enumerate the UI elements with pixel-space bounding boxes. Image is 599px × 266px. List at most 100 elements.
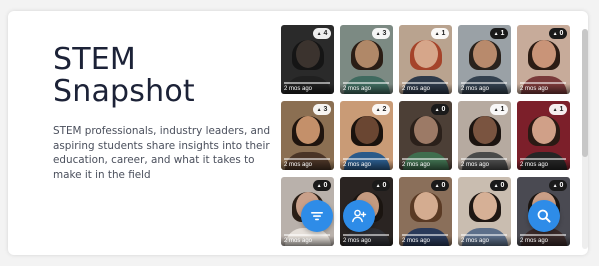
video-tile[interactable]: ▲ 0 2 mos ago bbox=[517, 25, 570, 94]
video-progress-bar bbox=[284, 82, 330, 84]
search-button[interactable] bbox=[528, 200, 560, 232]
response-count: 1 bbox=[559, 106, 564, 113]
response-count: 0 bbox=[441, 182, 446, 189]
video-progress-bar bbox=[402, 158, 448, 160]
video-age-label: 2 mos ago bbox=[461, 86, 490, 92]
video-thumbnail-face bbox=[413, 191, 438, 220]
video-tile[interactable]: ▲ 4 2 mos ago bbox=[281, 25, 334, 94]
video-age: 2 mos ago bbox=[399, 158, 452, 170]
page-description: STEM professionals, industry leaders, an… bbox=[53, 125, 271, 181]
response-count: 3 bbox=[382, 30, 387, 37]
response-count-badge: ▲ 3 bbox=[313, 104, 331, 115]
response-count: 0 bbox=[500, 182, 505, 189]
video-tile[interactable]: ▲ 3 2 mos ago bbox=[340, 25, 393, 94]
response-count-badge: ▲ 0 bbox=[431, 104, 449, 115]
video-thumbnail-face bbox=[295, 39, 320, 68]
video-age: 2 mos ago bbox=[281, 234, 334, 246]
response-count: 0 bbox=[382, 182, 387, 189]
upvote-icon: ▲ bbox=[434, 107, 440, 113]
video-tile[interactable]: ▲ 0 2 mos ago bbox=[399, 101, 452, 170]
response-count: 1 bbox=[500, 106, 505, 113]
video-thumbnail-face bbox=[354, 115, 379, 144]
video-thumbnail-face bbox=[472, 39, 497, 68]
video-progress-bar bbox=[402, 82, 448, 84]
response-count-badge: ▲ 1 bbox=[490, 28, 508, 39]
stem-snapshot-card: STEM Snapshot STEM professionals, indust… bbox=[8, 11, 588, 255]
upvote-icon: ▲ bbox=[552, 183, 558, 189]
response-count-badge: ▲ 1 bbox=[431, 28, 449, 39]
video-age-label: 2 mos ago bbox=[343, 162, 372, 168]
response-count-badge: ▲ 0 bbox=[372, 180, 390, 191]
upvote-icon: ▲ bbox=[493, 183, 499, 189]
video-age-label: 2 mos ago bbox=[402, 86, 431, 92]
upvote-icon: ▲ bbox=[316, 107, 322, 113]
video-progress-bar bbox=[402, 234, 448, 236]
video-age: 2 mos ago bbox=[399, 82, 452, 94]
video-age-label: 2 mos ago bbox=[343, 238, 372, 244]
video-thumbnail-face bbox=[531, 115, 556, 144]
response-count: 2 bbox=[382, 106, 387, 113]
video-progress-bar bbox=[343, 158, 389, 160]
response-count-badge: ▲ 0 bbox=[549, 28, 567, 39]
video-progress-bar bbox=[284, 234, 330, 236]
video-progress-bar bbox=[520, 82, 566, 84]
filter-icon bbox=[311, 212, 323, 221]
video-tile[interactable]: ▲ 1 2 mos ago bbox=[458, 25, 511, 94]
video-thumbnail-face bbox=[413, 39, 438, 68]
video-age-label: 2 mos ago bbox=[402, 162, 431, 168]
video-age-label: 2 mos ago bbox=[284, 238, 313, 244]
video-age-label: 2 mos ago bbox=[520, 86, 549, 92]
upvote-icon: ▲ bbox=[375, 31, 381, 37]
video-age-label: 2 mos ago bbox=[520, 238, 549, 244]
scrollbar[interactable] bbox=[582, 29, 588, 249]
response-count-badge: ▲ 4 bbox=[313, 28, 331, 39]
video-tile[interactable]: ▲ 1 2 mos ago bbox=[458, 101, 511, 170]
video-progress-bar bbox=[520, 158, 566, 160]
video-progress-bar bbox=[461, 234, 507, 236]
video-progress-bar bbox=[461, 158, 507, 160]
video-age-label: 2 mos ago bbox=[520, 162, 549, 168]
video-age-label: 2 mos ago bbox=[343, 86, 372, 92]
video-tile[interactable]: ▲ 3 2 mos ago bbox=[281, 101, 334, 170]
video-thumbnail-face bbox=[413, 115, 438, 144]
response-count: 0 bbox=[323, 182, 328, 189]
response-count-badge: ▲ 0 bbox=[431, 180, 449, 191]
response-count-badge: ▲ 2 bbox=[372, 104, 390, 115]
upvote-icon: ▲ bbox=[493, 107, 499, 113]
response-count: 0 bbox=[559, 182, 564, 189]
video-age-label: 2 mos ago bbox=[284, 162, 313, 168]
response-count-badge: ▲ 0 bbox=[490, 180, 508, 191]
upvote-icon: ▲ bbox=[552, 31, 558, 37]
video-age: 2 mos ago bbox=[517, 158, 570, 170]
video-thumbnail-face bbox=[472, 191, 497, 220]
video-age-label: 2 mos ago bbox=[402, 238, 431, 244]
search-icon bbox=[537, 209, 551, 223]
video-thumbnail-face bbox=[472, 115, 497, 144]
video-progress-bar bbox=[343, 234, 389, 236]
video-progress-bar bbox=[284, 158, 330, 160]
video-age: 2 mos ago bbox=[517, 234, 570, 246]
video-age: 2 mos ago bbox=[340, 158, 393, 170]
upvote-icon: ▲ bbox=[493, 31, 499, 37]
video-tile[interactable]: ▲ 1 2 mos ago bbox=[399, 25, 452, 94]
title-line-2: Snapshot bbox=[53, 74, 195, 109]
video-tile[interactable]: ▲ 1 2 mos ago bbox=[517, 101, 570, 170]
video-tile[interactable]: ▲ 0 2 mos ago bbox=[399, 177, 452, 246]
video-tile[interactable]: ▲ 2 2 mos ago bbox=[340, 101, 393, 170]
video-age: 2 mos ago bbox=[458, 82, 511, 94]
response-count-badge: ▲ 0 bbox=[549, 180, 567, 191]
video-thumbnail-face bbox=[354, 39, 379, 68]
filter-button[interactable] bbox=[301, 200, 333, 232]
video-age-label: 2 mos ago bbox=[284, 86, 313, 92]
video-tile[interactable]: ▲ 0 2 mos ago bbox=[458, 177, 511, 246]
scrollbar-thumb[interactable] bbox=[582, 29, 588, 157]
video-age-label: 2 mos ago bbox=[461, 162, 490, 168]
response-count: 1 bbox=[500, 30, 505, 37]
video-thumbnail-face bbox=[295, 115, 320, 144]
response-count-badge: ▲ 3 bbox=[372, 28, 390, 39]
upvote-icon: ▲ bbox=[316, 31, 322, 37]
add-user-button[interactable] bbox=[343, 200, 375, 232]
upvote-icon: ▲ bbox=[434, 183, 440, 189]
add-user-icon bbox=[352, 209, 367, 223]
video-age: 2 mos ago bbox=[281, 158, 334, 170]
